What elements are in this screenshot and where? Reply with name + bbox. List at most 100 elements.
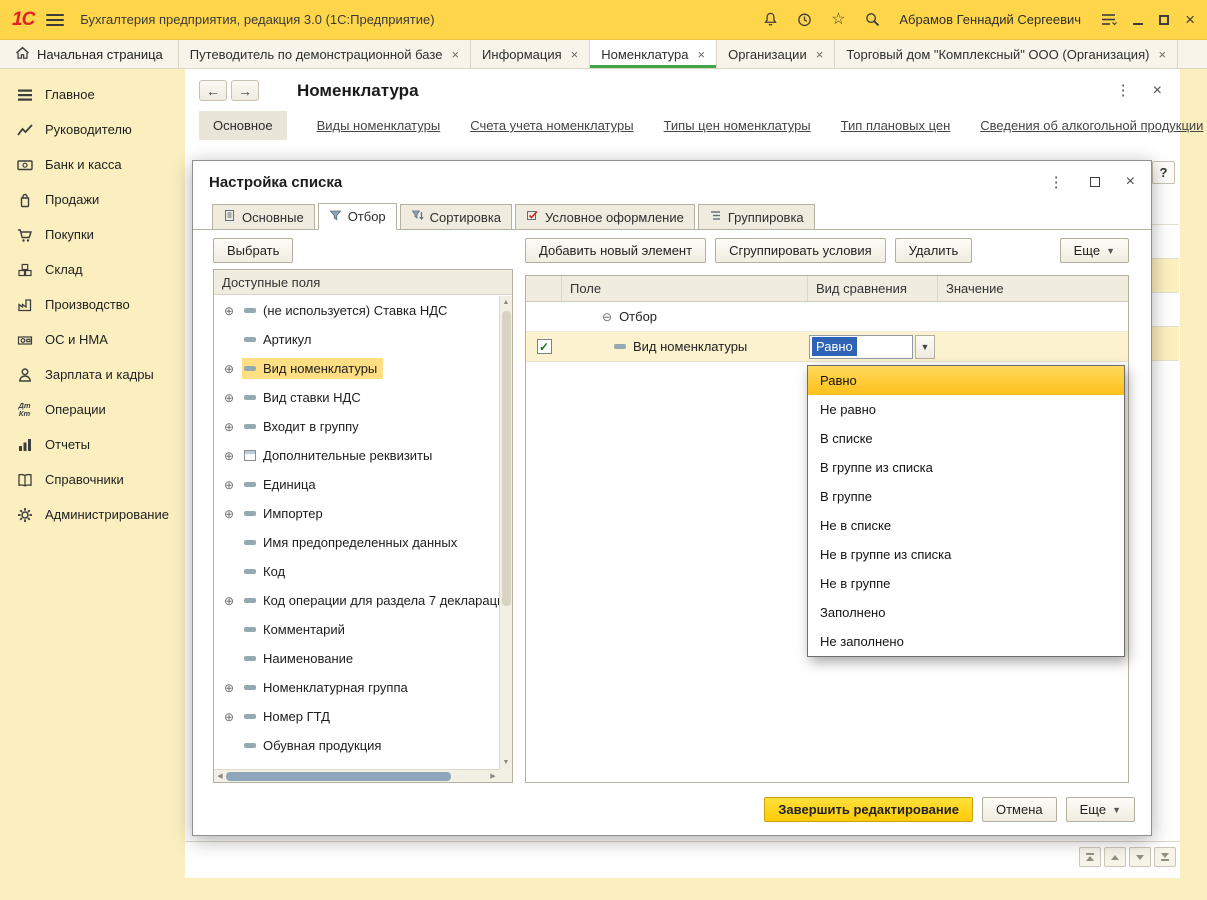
go-to-bottom-button[interactable] (1154, 847, 1176, 867)
window-tab[interactable]: Организации × (717, 40, 836, 68)
dropdown-option[interactable]: Заполнено (808, 598, 1124, 627)
select-field-button[interactable]: Выбрать (213, 238, 294, 263)
dropdown-option[interactable]: В группе из списка (808, 453, 1124, 482)
link-alcohol-info[interactable]: Сведения об алкогольной продукции (980, 118, 1203, 133)
notifications-bell-icon[interactable] (761, 11, 779, 29)
window-tab[interactable]: Информация × (471, 40, 591, 68)
sidebar-item-bank-cash[interactable]: Банк и касса (0, 147, 185, 182)
collapse-icon[interactable]: ⊖ (602, 310, 612, 324)
scroll-right-icon[interactable]: ▶ (487, 770, 499, 783)
tab-conditional-formatting[interactable]: Условное оформление (515, 204, 695, 229)
tab-home[interactable]: Начальная страница (0, 40, 179, 68)
go-to-top-button[interactable] (1079, 847, 1101, 867)
link-price-types[interactable]: Типы цен номенклатуры (664, 118, 811, 133)
scroll-down-icon[interactable]: ▼ (503, 756, 510, 769)
tab-sorting[interactable]: Сортировка (399, 204, 513, 229)
dialog-maximize-icon[interactable] (1089, 177, 1100, 187)
expand-icon[interactable]: ⊕ (224, 362, 242, 376)
window-tab[interactable]: Путеводитель по демонстрационной базе × (179, 40, 472, 68)
sidebar-item-administration[interactable]: Администрирование (0, 497, 185, 532)
cancel-button[interactable]: Отмена (981, 797, 1057, 822)
page-down-button[interactable] (1129, 847, 1151, 867)
expand-icon[interactable]: ⊕ (224, 391, 242, 405)
service-menu-icon[interactable] (1099, 11, 1117, 29)
sidebar-item-reports[interactable]: Отчеты (0, 427, 185, 462)
field-tree-item[interactable]: ⊕ (не используется) Ставка НДС (214, 296, 499, 325)
sidebar-item-main[interactable]: Главное (0, 77, 185, 112)
field-tree-item[interactable]: ⊕ Входит в группу (214, 412, 499, 441)
field-tree-item[interactable]: ⊕ Дополнительные реквизиты (214, 441, 499, 470)
help-button[interactable]: ? (1152, 161, 1175, 184)
link-nomenclature-kinds[interactable]: Виды номенклатуры (317, 118, 441, 133)
dialog-more-button[interactable]: Еще ▼ (1065, 797, 1135, 822)
sidebar-item-purchases[interactable]: Покупки (0, 217, 185, 252)
form-close-icon[interactable]: × (1153, 82, 1162, 99)
field-tree-item[interactable]: ⊕ Импортер (214, 499, 499, 528)
window-tab[interactable]: Номенклатура × (590, 40, 718, 68)
close-window-icon[interactable]: × (1185, 11, 1195, 28)
dialog-more-icon[interactable]: ⋮ (1049, 175, 1064, 190)
field-tree-item[interactable]: ⊕ Наименование (214, 644, 499, 673)
dropdown-option[interactable]: Не в группе из списка (808, 540, 1124, 569)
page-up-button[interactable] (1104, 847, 1126, 867)
group-conditions-button[interactable]: Сгруппировать условия (715, 238, 886, 263)
add-new-element-button[interactable]: Добавить новый элемент (525, 238, 707, 263)
field-tree-item[interactable]: ⊕ Обувная продукция (214, 731, 499, 760)
filter-group-row[interactable]: ⊖ Отбор (526, 302, 1128, 332)
sidebar-item-sales[interactable]: Продажи (0, 182, 185, 217)
main-menu-icon[interactable] (46, 13, 65, 26)
expand-icon[interactable]: ⊕ (224, 449, 242, 463)
field-tree-item[interactable]: ⊕ Код операции для раздела 7 деклараци (214, 586, 499, 615)
form-more-icon[interactable]: ⋮ (1116, 83, 1131, 98)
dialog-close-icon[interactable]: × (1126, 174, 1135, 190)
expand-icon[interactable]: ⊕ (224, 507, 242, 521)
horizontal-scrollbar[interactable]: ◀ ▶ (214, 769, 499, 782)
link-planned-price-type[interactable]: Тип плановых цен (841, 118, 951, 133)
expand-icon[interactable]: ⊕ (224, 710, 242, 724)
scrollbar-thumb[interactable] (226, 771, 451, 781)
maximize-window-icon[interactable] (1159, 14, 1170, 25)
sidebar-item-fixed-assets[interactable]: ОС и НМА (0, 322, 185, 357)
tab-close-icon[interactable]: × (1158, 48, 1166, 61)
field-tree-item[interactable]: ⊕ Код (214, 557, 499, 586)
field-tree-item[interactable]: ⊕ Вид номенклатуры (214, 354, 499, 383)
expand-icon[interactable]: ⊕ (224, 681, 242, 695)
forward-button[interactable]: → (231, 80, 259, 101)
scroll-up-icon[interactable]: ▲ (503, 296, 510, 309)
tab-filter[interactable]: Отбор (317, 203, 397, 230)
expand-icon[interactable]: ⊕ (224, 304, 242, 318)
delete-button[interactable]: Удалить (894, 238, 973, 263)
search-icon[interactable] (863, 11, 881, 29)
tab-general[interactable]: Основные (212, 204, 315, 229)
sidebar-item-payroll-hr[interactable]: Зарплата и кадры (0, 357, 185, 392)
window-tab[interactable]: Торговый дом "Комплексный" ООО (Организа… (835, 40, 1179, 68)
sidebar-item-production[interactable]: Производство (0, 287, 185, 322)
back-button[interactable]: ← (199, 80, 227, 101)
history-icon[interactable] (795, 11, 813, 29)
expand-icon[interactable]: ⊕ (224, 420, 242, 434)
field-tree-item[interactable]: ⊕ Вид ставки НДС (214, 383, 499, 412)
tab-grouping[interactable]: Группировка (697, 204, 815, 229)
tab-close-icon[interactable]: × (697, 48, 705, 61)
dropdown-option[interactable]: В группе (808, 482, 1124, 511)
vertical-scrollbar[interactable]: ▲ ▼ (499, 296, 512, 769)
field-tree-item[interactable]: ⊕ Номенклатурная группа (214, 673, 499, 702)
dropdown-option[interactable]: Не заполнено (808, 627, 1124, 656)
dropdown-option[interactable]: Не равно (808, 395, 1124, 424)
filter-condition-row[interactable]: ✓ Вид номенклатуры Равно ▼ (526, 332, 1128, 362)
scroll-left-icon[interactable]: ◀ (214, 770, 226, 783)
tab-close-icon[interactable]: × (571, 48, 579, 61)
expand-icon[interactable]: ⊕ (224, 478, 242, 492)
dropdown-option[interactable]: Не в списке (808, 511, 1124, 540)
finish-editing-button[interactable]: Завершить редактирование (764, 797, 973, 822)
field-tree-item[interactable]: ⊕ Комментарий (214, 615, 499, 644)
section-main[interactable]: Основное (199, 111, 287, 140)
tab-close-icon[interactable]: × (816, 48, 824, 61)
dropdown-option[interactable]: Равно (808, 366, 1124, 395)
sidebar-item-manager[interactable]: Руководителю (0, 112, 185, 147)
tab-close-icon[interactable]: × (451, 48, 459, 61)
dropdown-option[interactable]: Не в группе (808, 569, 1124, 598)
field-tree-item[interactable]: ⊕ Номер ГТД (214, 702, 499, 731)
field-tree-item[interactable]: ⊕ Единица (214, 470, 499, 499)
combobox-dropdown-button[interactable]: ▼ (915, 334, 935, 359)
